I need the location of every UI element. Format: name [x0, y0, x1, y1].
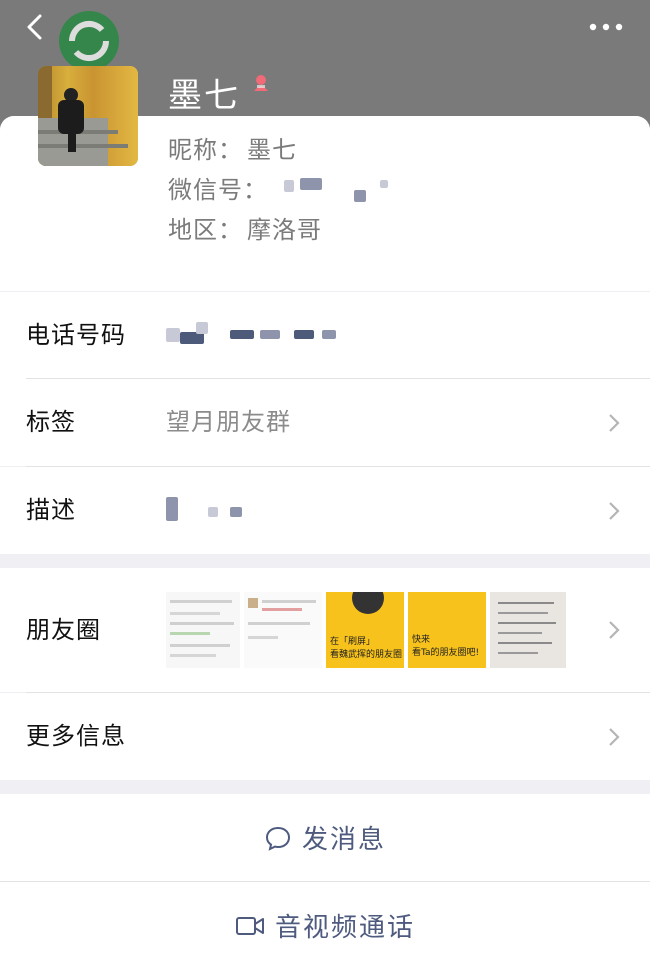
- moments-thumb: [490, 592, 566, 668]
- video-call-label: 音视频通话: [274, 913, 415, 943]
- description-label: 描述: [26, 496, 76, 524]
- moments-row[interactable]: 朋友圈 在「刷屏」 看魏武挥的朋友圈 快来 看Ta的朋友圈吧!: [0, 568, 650, 692]
- more-info-row[interactable]: 更多信息: [0, 693, 650, 780]
- profile-name: 墨七: [168, 76, 240, 116]
- moments-thumb: [166, 592, 240, 668]
- wechat-id-label: 微信号：: [168, 176, 268, 204]
- tags-row[interactable]: 标签 望月朋友群: [0, 379, 650, 466]
- chevron-right-icon: [609, 621, 620, 639]
- chevron-right-icon: [609, 728, 620, 746]
- chevron-right-icon: [609, 502, 620, 520]
- moments-thumbnails: 在「刷屏」 看魏武挥的朋友圈 快来 看Ta的朋友圈吧!: [166, 592, 566, 668]
- thumb-caption: 快来: [412, 635, 431, 645]
- more-icon[interactable]: [588, 20, 624, 34]
- tags-label: 标签: [26, 408, 76, 436]
- chevron-right-icon: [609, 414, 620, 432]
- video-call-button[interactable]: 音视频通话: [0, 882, 650, 964]
- moments-thumb: 快来 看Ta的朋友圈吧!: [408, 592, 486, 668]
- more-info-label: 更多信息: [26, 722, 126, 750]
- send-message-button[interactable]: 发消息: [0, 794, 650, 881]
- profile-card: 电话号码 标签 望月朋友群 描述 朋友圈 在「刷屏」 看魏武挥的朋友圈 快来 看…: [0, 116, 650, 964]
- moments-thumb: 在「刷屏」 看魏武挥的朋友圈: [326, 592, 404, 668]
- nickname-line: 昵称： 墨七: [168, 130, 297, 165]
- moments-thumb: [244, 592, 322, 668]
- nickname-label: 昵称：: [168, 136, 243, 164]
- region-label: 地区：: [168, 216, 243, 244]
- avatar[interactable]: [38, 66, 138, 166]
- video-camera-icon: [235, 916, 264, 935]
- region-line: 地区： 摩洛哥: [168, 210, 322, 245]
- thumb-caption: 看魏武挥的朋友圈: [330, 650, 403, 660]
- nickname-value: 墨七: [247, 136, 297, 164]
- logo-icon: [59, 11, 119, 71]
- female-icon: [254, 75, 268, 91]
- thumb-caption: 看Ta的朋友圈吧!: [412, 648, 480, 658]
- phone-row[interactable]: 电话号码: [0, 292, 650, 379]
- thumb-caption: 在「刷屏」: [330, 637, 376, 647]
- send-message-label: 发消息: [301, 825, 386, 855]
- tags-value: 望月朋友群: [166, 408, 291, 436]
- chat-bubble-icon: [265, 826, 290, 851]
- wechat-id-line: 微信号：: [168, 170, 268, 205]
- back-icon[interactable]: [22, 12, 52, 42]
- region-value: 摩洛哥: [247, 216, 322, 244]
- description-row[interactable]: 描述: [0, 467, 650, 554]
- phone-label: 电话号码: [26, 321, 126, 349]
- moments-label: 朋友圈: [26, 616, 101, 644]
